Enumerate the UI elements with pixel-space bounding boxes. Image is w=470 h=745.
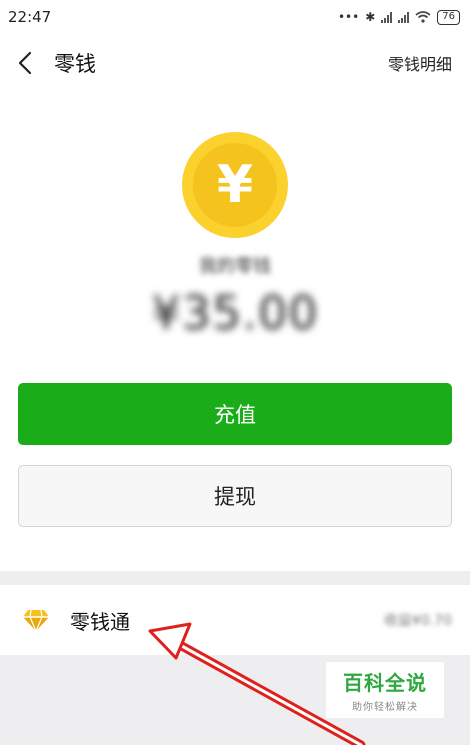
lingqiantong-value: 收益¥0.70 xyxy=(383,613,452,629)
balance-label: 我的零钱 xyxy=(199,256,271,277)
balance-amount: ¥35.00 xyxy=(151,286,319,340)
status-time: 22:47 xyxy=(8,8,52,26)
signal-icon xyxy=(381,11,393,23)
recharge-button[interactable]: 充值 xyxy=(18,383,452,445)
watermark-title: 百科全说 xyxy=(343,671,427,695)
more-dots-icon: ••• xyxy=(337,10,360,24)
watermark-logo: 百科全说 助你轻松解决 xyxy=(326,662,444,718)
signal-icon-2 xyxy=(398,11,410,23)
status-bar: 22:47 ••• ✱ 76 xyxy=(0,0,470,34)
coin-symbol: ¥ xyxy=(193,143,277,227)
battery-icon: 76 xyxy=(437,9,460,25)
yen-coin-icon: ¥ xyxy=(182,132,288,238)
withdraw-button[interactable]: 提现 xyxy=(18,465,452,527)
bluetooth-icon: ✱ xyxy=(365,10,376,24)
lingqiantong-row[interactable]: 零钱通 收益¥0.70 xyxy=(0,585,470,655)
diamond-icon xyxy=(23,609,49,632)
top-bar: 零钱 零钱明细 xyxy=(0,34,470,92)
watermark-subtitle: 助你轻松解决 xyxy=(352,702,418,713)
section-divider xyxy=(0,571,470,585)
back-arrow-icon[interactable] xyxy=(18,48,40,78)
status-icons: ••• ✱ 76 xyxy=(337,9,460,25)
page-title: 零钱 xyxy=(54,52,96,76)
lingqiantong-label: 零钱通 xyxy=(70,609,130,634)
change-details-link[interactable]: 零钱明细 xyxy=(388,51,452,75)
wifi-icon xyxy=(415,11,431,23)
